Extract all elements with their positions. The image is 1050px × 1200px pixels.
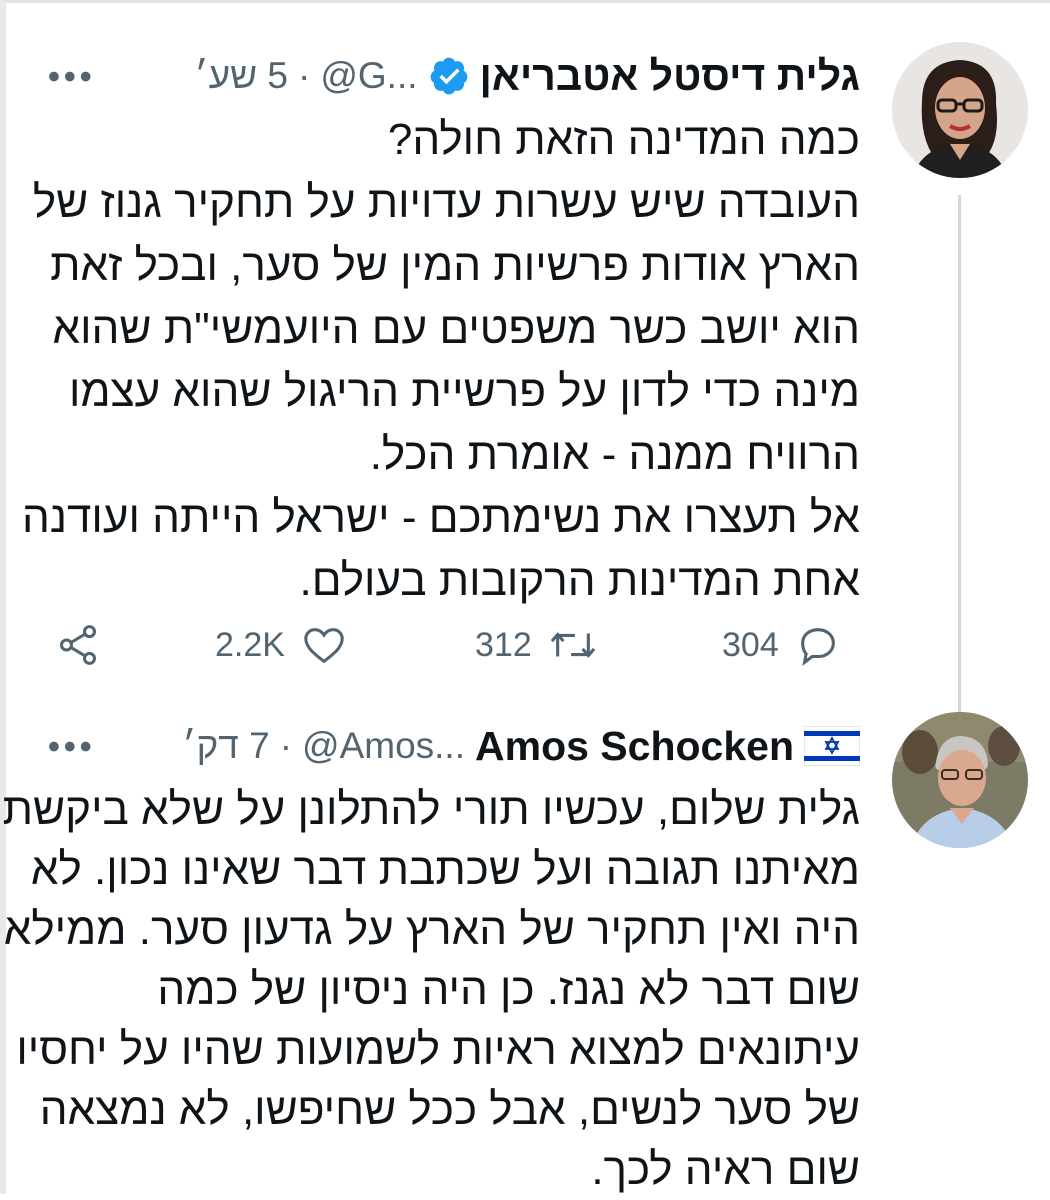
- top-divider: [0, 0, 1050, 3]
- tweet-line: אל תעצרו את נשימתכם - ישראל הייתה ועודנה: [22, 493, 860, 542]
- author-name[interactable]: גלית דיסטל אטבריאן: [480, 53, 860, 100]
- avatar-amos[interactable]: [892, 712, 1028, 848]
- heart-icon: [304, 628, 344, 664]
- tweet-line: מאיתנו תגובה ועל שכתבת דבר שאינו נכון. ל…: [30, 845, 860, 894]
- verified-badge-icon: [430, 57, 467, 95]
- separator-dot: ·: [279, 725, 293, 766]
- more-options-icon[interactable]: •••: [48, 728, 96, 767]
- tweet-header: Amos Schocken @Amos... · 7 דק׳: [60, 716, 860, 776]
- separator-dot: ·: [298, 55, 311, 96]
- author-name[interactable]: Amos Schocken: [475, 723, 794, 770]
- more-options-icon[interactable]: •••: [48, 58, 96, 97]
- tweet-line: גלית שלום, עכשיו תורי להתלונן על שלא ביק…: [2, 785, 860, 834]
- author-handle[interactable]: @G...: [320, 55, 417, 97]
- tweet-line: עיתונאים למצוא ראיות לשמועות שהיו על יחס…: [16, 1025, 860, 1074]
- avatar-galit[interactable]: [892, 42, 1028, 178]
- tweet-line: אחת המדינות הרקובות בעולם.: [299, 556, 860, 605]
- reply-icon: [800, 628, 835, 666]
- like-button[interactable]: 2.2K: [215, 610, 347, 680]
- tweet-time[interactable]: 7 דק׳: [182, 725, 269, 767]
- tweet-actions: 2.2K 312 304: [0, 610, 1050, 680]
- tweet-text: גלית שלום, עכשיו תורי להתלונן על שלא ביק…: [2, 780, 860, 1200]
- retweet-count: 312: [475, 625, 532, 664]
- share-button[interactable]: [55, 610, 101, 680]
- tweet-line: מינה כדי לדון על פרשיית הריגול שהוא עצמו: [68, 367, 860, 416]
- tweet-line: העובדה שיש עשרות עדויות על תחקיר גנוז של: [32, 178, 860, 227]
- israel-flag-icon: [804, 726, 860, 766]
- like-count: 2.2K: [215, 625, 285, 664]
- retweet-icon: [550, 632, 595, 658]
- author-handle[interactable]: @Amos...: [302, 725, 465, 767]
- tweet-line: הוא יושב כשר משפטים עם היועמשי"ת שהוא: [52, 304, 860, 353]
- tweet-time[interactable]: 5 שע׳: [194, 55, 288, 97]
- reply-count: 304: [722, 625, 779, 664]
- tweet-line: של סער לנשים, אבל ככל שחיפשו, לא נמצאה: [39, 1085, 860, 1134]
- tweet-line: שום ראיה לכך.: [591, 1145, 860, 1194]
- tweet-header: גלית דיסטל אטבריאן @G... · 5 שע׳: [60, 46, 860, 106]
- retweet-button[interactable]: 312: [475, 610, 598, 680]
- tweet-line: שום דבר לא נגנז. כן היה ניסיון של כמה: [157, 965, 860, 1014]
- screen-edge: [0, 0, 6, 1194]
- tweet-line: הרוויח ממנה - אומרת הכל.: [369, 430, 860, 479]
- tweet-text: כמה המדינה הזאת חולה? העובדה שיש עשרות ע…: [22, 108, 860, 612]
- reply-button[interactable]: 304: [722, 610, 841, 680]
- share-icon: [59, 625, 97, 665]
- tweet-line: הארץ אודות פרשיות המין של סער, ובכל זאת: [50, 241, 860, 290]
- tweet-line: היה ואין תחקיר של הארץ על גדעון סער. ממי…: [3, 905, 860, 954]
- tweet-line: כמה המדינה הזאת חולה?: [387, 115, 860, 164]
